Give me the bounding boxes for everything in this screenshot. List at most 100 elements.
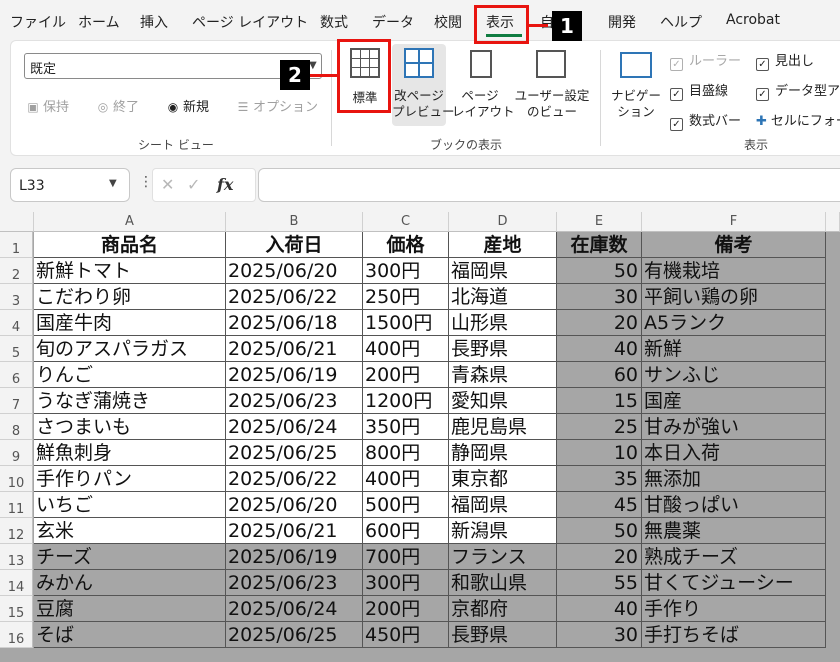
cell[interactable]: 福岡県 [449, 258, 557, 284]
cell[interactable]: 2025/06/24 [226, 414, 363, 440]
cell[interactable]: 豆腐 [34, 596, 226, 622]
tab-0[interactable]: ファイル [10, 12, 66, 32]
cell[interactable]: 30 [557, 622, 642, 648]
tab-4[interactable]: 数式 [320, 12, 348, 32]
tab-1[interactable]: ホーム [78, 12, 120, 32]
cell[interactable]: 旬のアスパラガス [34, 336, 226, 362]
cell[interactable]: 700円 [363, 544, 449, 570]
column-header-C[interactable]: C [363, 212, 449, 232]
ruler-checkbox[interactable]: ✓ ルーラー [670, 50, 741, 71]
cancel-icon[interactable]: ✕ [161, 175, 174, 194]
cell[interactable]: 20 [557, 310, 642, 336]
row-header-4[interactable]: 4 [0, 310, 33, 336]
cell[interactable]: 2025/06/23 [226, 388, 363, 414]
cell[interactable]: 800円 [363, 440, 449, 466]
exit-view-button[interactable]: ◎ 終了 [96, 96, 139, 115]
cell[interactable]: 北海道 [449, 284, 557, 310]
cell[interactable]: 有機栽培 [642, 258, 826, 284]
cell[interactable]: さつまいも [34, 414, 226, 440]
cell[interactable]: 在庫数 [557, 232, 642, 258]
cell[interactable]: 60 [557, 362, 642, 388]
enter-icon[interactable]: ✓ [187, 175, 200, 194]
cell[interactable]: 価格 [363, 232, 449, 258]
cell[interactable]: 300円 [363, 258, 449, 284]
tab-11[interactable]: Acrobat [726, 12, 780, 28]
cell[interactable]: 300円 [363, 570, 449, 596]
tab-3[interactable]: ページ レイアウト [192, 12, 308, 32]
cell[interactable]: 400円 [363, 336, 449, 362]
cell[interactable]: 2025/06/22 [226, 284, 363, 310]
cell[interactable]: そば [34, 622, 226, 648]
cell[interactable]: 200円 [363, 362, 449, 388]
row-header-2[interactable]: 2 [0, 258, 33, 284]
cell[interactable]: フランス [449, 544, 557, 570]
cell[interactable]: 30 [557, 284, 642, 310]
row-header-1[interactable]: 1 [0, 232, 33, 258]
cell[interactable]: 1500円 [363, 310, 449, 336]
cell[interactable]: 熟成チーズ [642, 544, 826, 570]
cell[interactable]: いちご [34, 492, 226, 518]
row-header-15[interactable]: 15 [0, 596, 33, 622]
tab-10[interactable]: ヘルプ [660, 12, 702, 32]
cell[interactable]: 新鮮トマト [34, 258, 226, 284]
cell[interactable]: りんご [34, 362, 226, 388]
column-header-D[interactable]: D [449, 212, 557, 232]
cell[interactable]: うなぎ蒲焼き [34, 388, 226, 414]
row-header-16[interactable]: 16 [0, 622, 33, 648]
row-header-3[interactable]: 3 [0, 284, 33, 310]
chevron-down-icon[interactable]: ▼ [109, 178, 117, 189]
formula-bar-checkbox[interactable]: ✓ 数式バー [670, 110, 741, 131]
cell[interactable]: 甘みが強い [642, 414, 826, 440]
row-header-11[interactable]: 11 [0, 492, 33, 518]
page-layout-button[interactable]: ページ レイアウト [452, 44, 515, 126]
row-header-12[interactable]: 12 [0, 518, 33, 544]
headings-checkbox[interactable]: ✓ 見出し [756, 50, 814, 71]
cell[interactable]: 200円 [363, 596, 449, 622]
cell[interactable]: 2025/06/19 [226, 362, 363, 388]
row-header-9[interactable]: 9 [0, 440, 33, 466]
cell[interactable]: 平飼い鶏の卵 [642, 284, 826, 310]
cell[interactable]: 甘くてジューシー [642, 570, 826, 596]
row-header-7[interactable]: 7 [0, 388, 33, 414]
cell[interactable]: 2025/06/20 [226, 258, 363, 284]
focus-cell-button[interactable]: ✚セルにフォー [756, 110, 840, 129]
cell[interactable]: 55 [557, 570, 642, 596]
cell[interactable]: 産地 [449, 232, 557, 258]
cell[interactable]: チーズ [34, 544, 226, 570]
cell[interactable]: 2025/06/25 [226, 622, 363, 648]
cell[interactable]: 静岡県 [449, 440, 557, 466]
cell[interactable]: 本日入荷 [642, 440, 826, 466]
cell[interactable]: 2025/06/19 [226, 544, 363, 570]
cell[interactable]: A5ランク [642, 310, 826, 336]
cell[interactable]: 愛知県 [449, 388, 557, 414]
tab-9[interactable]: 開発 [608, 12, 636, 32]
cell[interactable]: 長野県 [449, 622, 557, 648]
cell[interactable]: 青森県 [449, 362, 557, 388]
row-header-10[interactable]: 10 [0, 466, 33, 492]
data-type-icons-checkbox[interactable]: ✓ データ型アイ [756, 80, 840, 101]
row-header-14[interactable]: 14 [0, 570, 33, 596]
row-header-5[interactable]: 5 [0, 336, 33, 362]
gridlines-checkbox[interactable]: ✓ 目盛線 [670, 80, 728, 101]
cell[interactable]: 手作りパン [34, 466, 226, 492]
custom-views-button[interactable]: ユーザー設定 のビュー [512, 44, 592, 126]
tab-5[interactable]: データ [372, 12, 414, 32]
cell[interactable]: 国産牛肉 [34, 310, 226, 336]
cell[interactable]: 500円 [363, 492, 449, 518]
row-header-13[interactable]: 13 [0, 544, 33, 570]
cell[interactable]: 2025/06/20 [226, 492, 363, 518]
keep-view-button[interactable]: ▣ 保持 [26, 96, 69, 115]
sheet-view-select[interactable]: 既定 [24, 53, 322, 79]
cell[interactable]: 和歌山県 [449, 570, 557, 596]
cell[interactable]: みかん [34, 570, 226, 596]
chevron-down-icon[interactable]: ▼ [309, 60, 317, 71]
cell[interactable]: 45 [557, 492, 642, 518]
cell[interactable]: 2025/06/25 [226, 440, 363, 466]
cell[interactable]: 40 [557, 336, 642, 362]
formula-input[interactable] [258, 168, 840, 202]
cell[interactable]: 40 [557, 596, 642, 622]
row-header-6[interactable]: 6 [0, 362, 33, 388]
navigation-button[interactable]: ナビゲー ション [608, 44, 664, 126]
cell[interactable]: こだわり卵 [34, 284, 226, 310]
cell[interactable]: 東京都 [449, 466, 557, 492]
